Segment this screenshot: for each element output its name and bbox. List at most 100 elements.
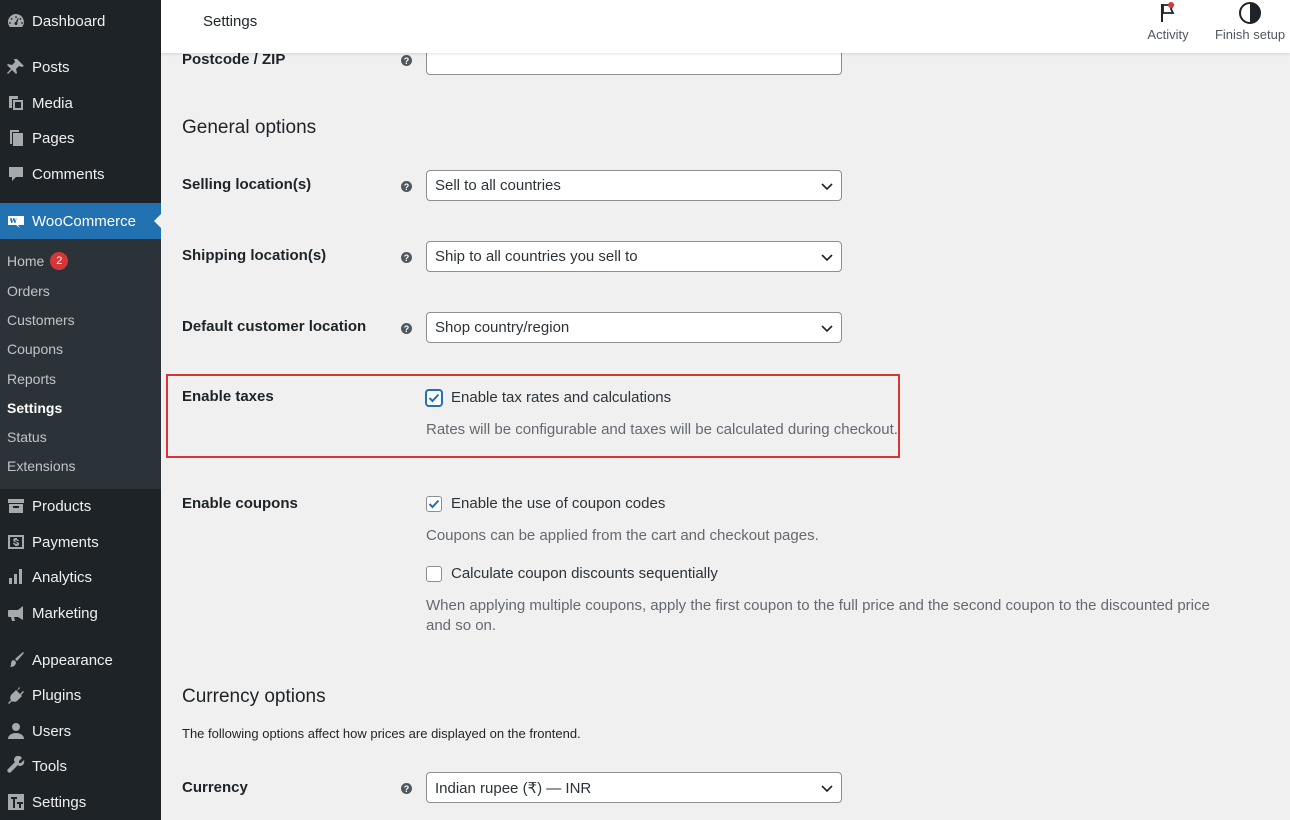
help-icon[interactable]: ? [401, 323, 412, 334]
selling-location-label: Selling location(s) [182, 176, 312, 193]
shipping-location-select[interactable]: Ship to all countries you sell to [426, 241, 842, 272]
sidebar-item-label: Payments [32, 533, 99, 551]
bar-chart-icon [0, 567, 32, 587]
select-value: Sell to all countries [435, 177, 561, 194]
checkmark-icon [428, 393, 440, 402]
sidebar-item-dashboard[interactable]: Dashboard [0, 4, 161, 38]
select-value: Shop country/region [435, 319, 570, 336]
submenu-item-status[interactable]: Status [7, 427, 47, 447]
dashboard-icon [0, 11, 32, 31]
sidebar-item-label: Users [32, 722, 72, 740]
sidebar-item-analytics[interactable]: Analytics [0, 560, 161, 594]
submenu-item-orders[interactable]: Orders [7, 281, 50, 301]
sidebar-item-products[interactable]: Products [0, 489, 161, 523]
submenu-item-label: Customers [7, 312, 75, 328]
sidebar-item-marketing[interactable]: Marketing [0, 596, 161, 630]
enable-taxes-row: Enable tax rates and calculations [426, 389, 671, 406]
finish-setup-label: Finish setup [1214, 27, 1286, 42]
currency-options-intro: The following options affect how prices … [182, 726, 581, 741]
currency-options-heading: Currency options [182, 686, 326, 707]
help-icon[interactable]: ? [401, 252, 412, 263]
wrench-icon [0, 756, 32, 776]
sidebar-item-label: Tools [32, 757, 68, 775]
woocommerce-submenu: Home 2 Orders Customers Coupons Reports … [0, 239, 161, 489]
sidebar-item-settings[interactable]: Settings [0, 785, 161, 819]
sidebar-item-tools[interactable]: Tools [0, 749, 161, 783]
submenu-item-label: Orders [7, 283, 50, 299]
enable-coupons-checkbox[interactable] [426, 495, 442, 512]
admin-sidebar: Dashboard Posts Media Pages Comments Woo… [0, 0, 162, 820]
chevron-down-icon [821, 183, 833, 191]
archive-icon [0, 496, 32, 516]
default-customer-location-select[interactable]: Shop country/region [426, 312, 842, 343]
submenu-item-label: Home [7, 253, 45, 269]
submenu-item-reports[interactable]: Reports [7, 369, 56, 389]
submenu-item-coupons[interactable]: Coupons [7, 339, 63, 359]
sidebar-item-label: Pages [32, 129, 75, 147]
sidebar-item-label: Media [32, 94, 73, 112]
submenu-item-settings[interactable]: Settings [7, 398, 62, 418]
checkmark-icon [428, 499, 440, 508]
general-options-heading: General options [182, 117, 317, 138]
plugin-icon [0, 685, 32, 705]
submenu-item-label: Status [7, 429, 47, 445]
sequential-discounts-row: Calculate coupon discounts sequentially [426, 565, 718, 582]
enable-coupons-description: Coupons can be applied from the cart and… [426, 527, 819, 544]
currency-select[interactable]: Indian rupee (₹) — INR [426, 772, 842, 803]
sidebar-item-label: Marketing [32, 604, 98, 622]
submenu-item-customers[interactable]: Customers [7, 310, 75, 330]
sidebar-item-payments[interactable]: Payments [0, 525, 161, 559]
help-icon[interactable]: ? [401, 55, 412, 66]
media-icon [0, 93, 32, 113]
sidebar-item-media[interactable]: Media [0, 86, 161, 120]
enable-taxes-description: Rates will be configurable and taxes wil… [426, 421, 898, 438]
sidebar-item-label: Comments [32, 165, 105, 183]
sidebar-item-users[interactable]: Users [0, 714, 161, 748]
finish-setup-button[interactable]: Finish setup [1213, 0, 1287, 53]
enable-coupons-checkbox-label[interactable]: Enable the use of coupon codes [451, 495, 665, 512]
sidebar-item-pages[interactable]: Pages [0, 121, 161, 155]
sequential-discounts-checkbox[interactable] [426, 565, 442, 582]
comment-icon [0, 164, 32, 184]
selling-location-select[interactable]: Sell to all countries [426, 170, 842, 201]
sidebar-item-label: Plugins [32, 686, 82, 704]
submenu-item-label: Settings [7, 400, 63, 416]
sidebar-item-label: Appearance [32, 651, 113, 669]
page-title: Settings [203, 13, 258, 30]
notification-badge: 2 [50, 252, 69, 270]
help-icon[interactable]: ? [401, 181, 412, 192]
shipping-location-label: Shipping location(s) [182, 247, 327, 264]
pin-icon [0, 57, 32, 77]
settings-icon [0, 792, 32, 812]
current-menu-arrow [154, 213, 162, 229]
sidebar-item-label: Posts [32, 58, 70, 76]
sidebar-item-plugins[interactable]: Plugins [0, 678, 161, 712]
submenu-item-label: Reports [7, 371, 57, 387]
submenu-item-extensions[interactable]: Extensions [7, 456, 75, 476]
sidebar-item-posts[interactable]: Posts [0, 50, 161, 84]
sidebar-item-label: WooCommerce [32, 212, 136, 230]
enable-taxes-checkbox[interactable] [426, 389, 442, 406]
submenu-item-home[interactable]: Home 2 [7, 251, 69, 271]
sidebar-item-comments[interactable]: Comments [0, 157, 161, 191]
sidebar-item-woocommerce[interactable]: WooCommerce [0, 203, 162, 239]
top-header: Settings Activity Finish setup [161, 0, 1290, 53]
chevron-down-icon [821, 254, 833, 262]
submenu-item-label: Extensions [7, 458, 76, 474]
sidebar-item-appearance[interactable]: Appearance [0, 643, 161, 677]
sequential-discounts-description: When applying multiple coupons, apply th… [426, 597, 1210, 634]
enable-coupons-row: Enable the use of coupon codes [426, 495, 665, 512]
submenu-item-label: Coupons [7, 341, 64, 357]
half-circle-icon [1239, 2, 1261, 24]
enable-taxes-checkbox-label[interactable]: Enable tax rates and calculations [451, 389, 671, 406]
help-icon[interactable]: ? [401, 783, 412, 794]
select-value: Indian rupee (₹) — INR [435, 779, 592, 797]
chevron-down-icon [821, 785, 833, 793]
postcode-label: Postcode / ZIP [182, 51, 286, 68]
activity-button[interactable]: Activity [1143, 0, 1193, 53]
currency-label: Currency [182, 779, 248, 796]
user-icon [0, 721, 32, 741]
sidebar-item-label: Analytics [32, 568, 93, 586]
sidebar-item-label: Dashboard [32, 12, 106, 30]
sequential-discounts-checkbox-label[interactable]: Calculate coupon discounts sequentially [451, 565, 718, 582]
